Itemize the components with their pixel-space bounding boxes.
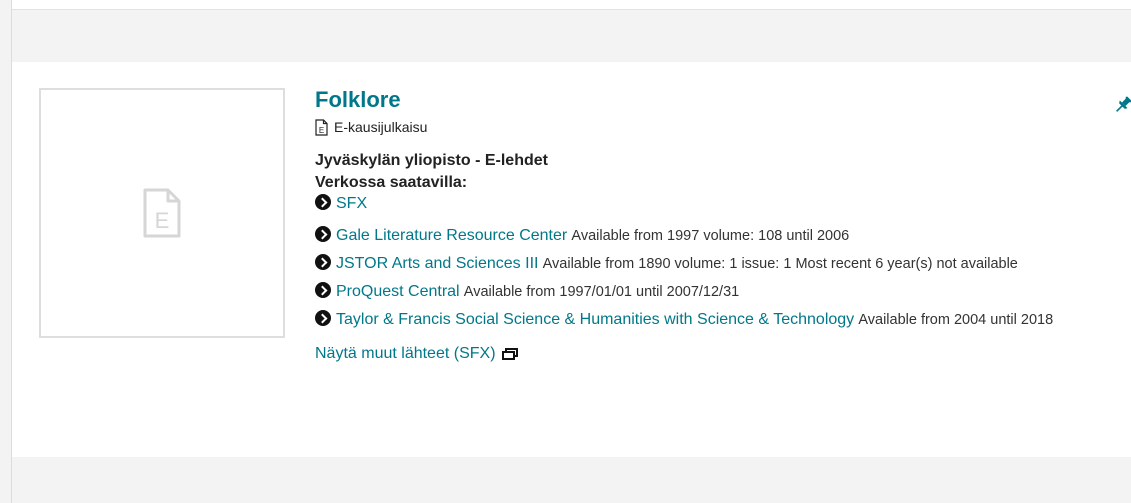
sfx-link[interactable]: SFX [336, 195, 367, 212]
record-thumbnail[interactable]: E [39, 88, 285, 338]
chevron-right-circle-icon [315, 282, 331, 298]
document-icon: E [143, 188, 181, 238]
source-availability: Available from 2004 until 2018 [858, 312, 1054, 328]
source-availability: Available from 1997/01/01 until 2007/12/… [463, 284, 740, 300]
document-icon: E [315, 118, 328, 136]
pin-icon [1116, 96, 1131, 112]
source-link[interactable]: ProQuest Central [336, 283, 460, 300]
format-label: E-kausijulkaisu [334, 119, 428, 135]
chevron-right-circle-icon [315, 310, 331, 326]
source-item: Taylor & Francis Social Science & Humani… [315, 306, 1115, 334]
record-title[interactable]: Folklore [315, 86, 1115, 114]
more-sources-label: Näytä muut lähteet (SFX) [315, 345, 496, 362]
chevron-right-circle-icon [315, 254, 331, 270]
top-bar [0, 0, 1131, 10]
source-link[interactable]: Gale Literature Resource Center [336, 227, 567, 244]
more-sources-link[interactable]: Näytä muut lähteet (SFX) [315, 345, 1115, 363]
source-item: Gale Literature Resource Center Availabl… [315, 222, 1115, 250]
online-heading: Verkossa saatavilla: [315, 174, 468, 191]
record-format: E E-kausijulkaisu [315, 118, 1115, 136]
sfx-link-row: SFX [315, 192, 1115, 216]
record-card: E Folklore E E-kausijulkaisu Jyväskylän … [12, 62, 1131, 457]
holding-organization: Jyväskylän yliopisto - E-lehdet [315, 152, 548, 169]
source-availability: Available from 1997 volume: 108 until 20… [571, 228, 850, 244]
external-window-icon [501, 348, 518, 360]
record-content: Folklore E E-kausijulkaisu Jyväskylän yl… [315, 86, 1115, 363]
chevron-right-circle-icon [315, 226, 331, 242]
pin-button[interactable] [1113, 95, 1131, 120]
svg-text:E: E [319, 126, 324, 135]
source-item: ProQuest Central Available from 1997/01/… [315, 278, 1115, 306]
source-availability: Available from 1890 volume: 1 issue: 1 M… [542, 256, 1018, 272]
left-edge [0, 0, 12, 503]
svg-text:E: E [155, 208, 170, 233]
source-list: Gale Literature Resource Center Availabl… [315, 222, 1115, 334]
source-link[interactable]: JSTOR Arts and Sciences III [336, 255, 538, 272]
source-item: JSTOR Arts and Sciences III Available fr… [315, 250, 1115, 278]
chevron-right-circle-icon [315, 194, 331, 210]
source-link[interactable]: Taylor & Francis Social Science & Humani… [336, 311, 854, 328]
